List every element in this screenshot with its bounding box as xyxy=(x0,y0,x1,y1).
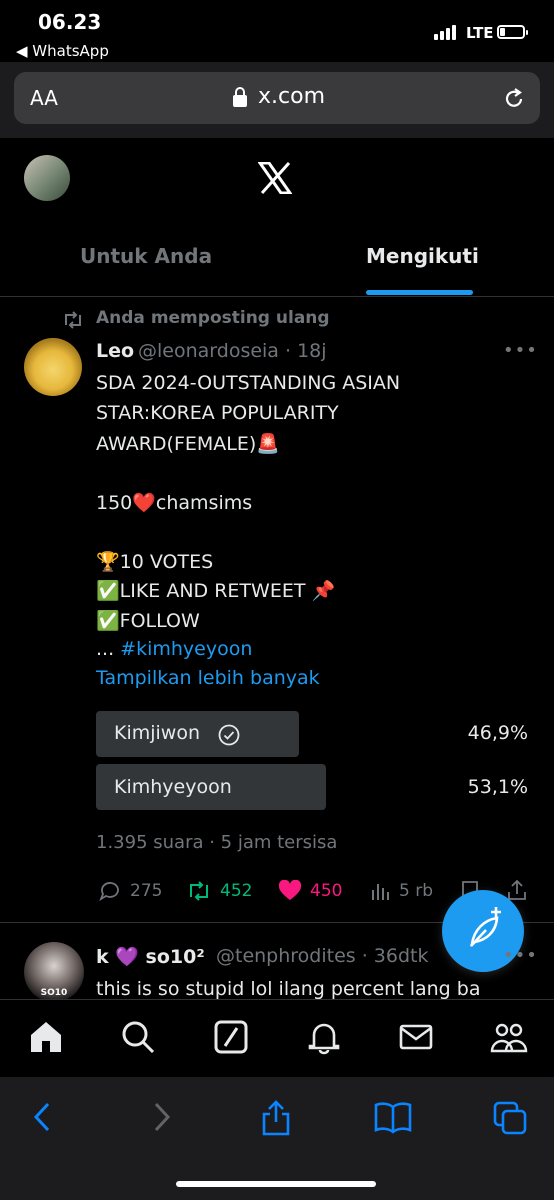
reply-icon[interactable] xyxy=(98,880,122,902)
profile-avatar[interactable] xyxy=(24,155,70,201)
x-logo-icon xyxy=(258,162,292,194)
communities-icon[interactable] xyxy=(490,1019,528,1055)
views-icon[interactable] xyxy=(370,880,392,902)
tweet-text: this is so stupid lol ilang percent lang… xyxy=(96,978,481,1000)
bookmarks-icon[interactable] xyxy=(374,1100,412,1134)
divider xyxy=(0,296,554,297)
heart-icon[interactable] xyxy=(278,880,302,902)
reload-icon[interactable] xyxy=(502,86,526,112)
author-handle-time[interactable]: @leonardoseia · 18j xyxy=(138,340,327,362)
bottom-navigation xyxy=(0,999,554,1078)
tweet-text-line: SDA 2024-OUTSTANDING ASIAN xyxy=(96,372,401,394)
tab-following[interactable]: Mengikuti xyxy=(366,244,479,268)
check-circle-icon xyxy=(218,724,240,746)
like-count: 450 xyxy=(310,881,343,901)
forward-icon[interactable] xyxy=(148,1100,174,1134)
poll-option-label: Kimjiwon xyxy=(114,722,201,744)
search-icon[interactable] xyxy=(120,1019,156,1055)
text-size-button[interactable]: AA xyxy=(30,86,58,110)
messages-icon[interactable] xyxy=(398,1019,434,1055)
author-avatar[interactable] xyxy=(24,338,82,396)
home-icon[interactable] xyxy=(28,1019,64,1055)
poll-meta: 1.395 suara · 5 jam tersisa xyxy=(96,832,338,853)
network-label: LTE xyxy=(466,24,494,42)
retweet-icon[interactable] xyxy=(186,880,212,902)
author-avatar[interactable]: SO10 xyxy=(24,942,84,1002)
url-text[interactable]: x.com xyxy=(258,84,325,109)
author-name[interactable]: Leo xyxy=(96,340,134,362)
notifications-icon[interactable] xyxy=(306,1019,342,1055)
repost-label: Anda memposting ulang xyxy=(96,308,330,328)
tweet-text-line: AWARD(FEMALE)🚨 xyxy=(96,433,280,455)
back-icon[interactable] xyxy=(30,1100,56,1134)
tweet-text-line: 🏆10 VOTES xyxy=(96,551,214,573)
poll-option-percent: 53,1% xyxy=(467,776,528,798)
tweet-text-line: STAR:KOREA POPULARITY xyxy=(96,402,339,424)
more-options-icon[interactable]: ••• xyxy=(503,340,538,361)
tweet-text-line: ✅FOLLOW xyxy=(96,610,200,632)
tabs-icon[interactable] xyxy=(492,1100,528,1136)
active-tab-indicator xyxy=(366,290,473,295)
views-count: 5 rb xyxy=(399,881,433,901)
status-time: 06.23 xyxy=(38,10,102,34)
share-icon[interactable] xyxy=(260,1100,292,1136)
reply-count: 275 xyxy=(130,881,163,901)
ellipsis-text: ... xyxy=(96,638,121,660)
poll-option-label: Kimhyeyoon xyxy=(114,776,232,798)
grok-icon[interactable] xyxy=(213,1019,249,1055)
tweet-text-line: ... #kimhyeyoon xyxy=(96,638,252,660)
retweet-count: 452 xyxy=(220,881,253,901)
avatar-caption: SO10 xyxy=(40,988,68,998)
tab-for-you[interactable]: Untuk Anda xyxy=(80,244,212,268)
poll-option-percent: 46,9% xyxy=(467,722,528,744)
signal-icon xyxy=(434,25,456,40)
repost-icon xyxy=(65,311,81,329)
show-more-link[interactable]: Tampilkan lebih banyak xyxy=(96,667,320,689)
more-options-icon[interactable]: ••• xyxy=(503,945,538,966)
home-indicator xyxy=(176,1181,376,1187)
hashtag-link[interactable]: #kimhyeyoon xyxy=(120,638,252,660)
lock-icon xyxy=(233,87,247,107)
tweet-text-line: ✅LIKE AND RETWEET 📌 xyxy=(96,580,336,602)
back-to-app-link[interactable]: ◀ WhatsApp xyxy=(16,42,109,60)
author-name[interactable]: k 💜 so10² xyxy=(96,945,205,968)
author-handle-time[interactable]: @tenphrodites · 36dtk xyxy=(216,945,429,967)
tweet-text-line: 150❤️chamsims xyxy=(96,492,253,514)
battery-icon xyxy=(497,25,528,39)
